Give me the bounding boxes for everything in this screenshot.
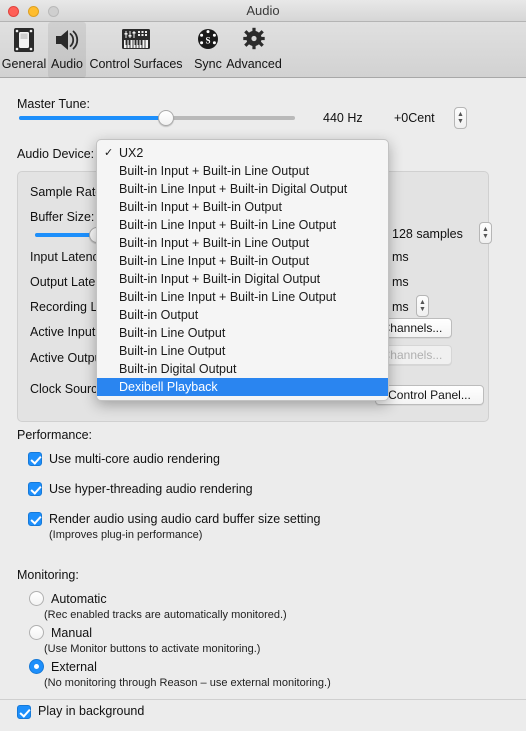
stepper-down-arrow[interactable]: ▼ <box>457 118 464 125</box>
tab-advanced[interactable]: Advanced <box>222 22 286 78</box>
preferences-toolbar: General Audio Control Surfaces S Sync Ad… <box>0 22 526 78</box>
menu-item[interactable]: Built-in Input + Built-in Line Output <box>97 234 388 252</box>
sync-disc-icon: S <box>193 25 223 55</box>
menu-item-label: Built-in Input + Built-in Output <box>119 200 282 214</box>
menu-item[interactable]: Built-in Line Input + Built-in Output <box>97 252 388 270</box>
monitoring-heading: Monitoring: <box>17 568 79 582</box>
label-render-audio-card-buffer: Render audio using audio card buffer siz… <box>49 512 321 526</box>
menu-item-label: Built-in Input + Built-in Digital Output <box>119 272 321 286</box>
audio-device-label: Audio Device: <box>17 147 95 161</box>
note-monitoring-automatic: (Rec enabled tracks are automatically mo… <box>44 609 287 621</box>
stepper-up-arrow[interactable]: ▲ <box>419 299 426 306</box>
menu-item-label: Built-in Line Input + Built-in Line Outp… <box>119 218 337 232</box>
window-title: Audio <box>246 3 280 18</box>
menu-item-label: Built-in Input + Built-in Line Output <box>119 164 310 178</box>
master-tune-cents: +0Cent <box>394 111 435 125</box>
input-latency-unit: ms <box>392 250 409 264</box>
stepper-down-arrow[interactable]: ▼ <box>419 306 426 313</box>
menu-item[interactable]: Built-in Line Input + Built-in Line Outp… <box>97 288 388 306</box>
stepper-down-arrow[interactable]: ▼ <box>482 233 489 240</box>
tab-control-surfaces-label: Control Surfaces <box>89 57 183 71</box>
keyboard-mixer-icon <box>119 25 153 55</box>
menu-item-label: UX2 <box>119 146 144 160</box>
label-hyperthreading-rendering: Use hyper-threading audio rendering <box>49 482 253 496</box>
menu-item[interactable]: Built-in Line Output <box>97 342 388 360</box>
menu-item[interactable]: Built-in Line Input + Built-in Digital O… <box>97 180 388 198</box>
general-icon <box>9 25 39 55</box>
note-monitoring-external: (No monitoring through Reason – use exte… <box>44 677 331 689</box>
menu-item[interactable]: Built-in Input + Built-in Output <box>97 198 388 216</box>
menu-item[interactable]: ✓ UX2 <box>97 144 388 162</box>
tab-audio-label: Audio <box>51 57 83 71</box>
recording-latency-stepper[interactable]: ▲ ▼ <box>416 295 429 317</box>
radio-monitoring-manual[interactable] <box>29 625 44 640</box>
master-tune-frequency: 440 Hz <box>323 111 363 125</box>
checkbox-render-audio-card-buffer[interactable] <box>28 512 42 526</box>
window-title-bar: Audio <box>0 0 526 22</box>
menu-item-label: Built-in Line Input + Built-in Output <box>119 254 310 268</box>
menu-item-label: Built-in Line Output <box>119 326 226 340</box>
check-icon: ✓ <box>104 147 114 159</box>
tab-general[interactable]: General <box>2 22 46 78</box>
menu-item-label: Built-in Input + Built-in Line Output <box>119 236 310 250</box>
master-tune-label: Master Tune: <box>17 97 90 111</box>
radio-monitoring-automatic[interactable] <box>29 591 44 606</box>
label-monitoring-automatic: Automatic <box>51 592 107 606</box>
menu-item-label: Built-in Output <box>119 308 199 322</box>
buffer-size-value: 128 samples <box>392 227 463 241</box>
tab-audio[interactable]: Audio <box>48 22 86 78</box>
gear-icon <box>239 25 269 55</box>
menu-item-label: Built-in Digital Output <box>119 362 237 376</box>
menu-item-label: Built-in Line Input + Built-in Line Outp… <box>119 290 337 304</box>
tab-advanced-label: Advanced <box>226 57 282 71</box>
menu-item[interactable]: Built-in Line Input + Built-in Line Outp… <box>97 216 388 234</box>
menu-item[interactable]: Built-in Output <box>97 306 388 324</box>
buffer-size-label: Buffer Size: <box>30 210 95 224</box>
radio-monitoring-external[interactable] <box>29 659 44 674</box>
master-tune-thumb[interactable] <box>158 110 174 126</box>
master-tune-fill <box>19 116 166 120</box>
menu-item[interactable]: Built-in Digital Output <box>97 360 388 378</box>
checkbox-hyperthreading-rendering[interactable] <box>28 482 42 496</box>
buffer-size-fill <box>35 233 97 237</box>
output-latency-unit: ms <box>392 275 409 289</box>
menu-item[interactable]: Dexibell Playback <box>97 378 388 396</box>
menu-item-label: Built-in Line Input + Built-in Digital O… <box>119 182 348 196</box>
label-monitoring-external: External <box>51 660 97 674</box>
menu-item-label: Dexibell Playback <box>119 380 218 394</box>
label-monitoring-manual: Manual <box>51 626 92 640</box>
menu-item-label: Built-in Line Output <box>119 344 226 358</box>
label-multicore-rendering: Use multi-core audio rendering <box>49 452 220 466</box>
checkbox-play-in-background[interactable] <box>17 705 31 719</box>
tab-general-label: General <box>1 57 47 71</box>
control-panel-button[interactable]: Control Panel... <box>375 385 484 405</box>
recording-latency-unit: ms <box>392 300 409 314</box>
tab-sync-label: Sync <box>194 57 222 71</box>
sample-rate-label: Sample Rate: <box>30 185 106 199</box>
buffer-size-stepper[interactable]: ▲ ▼ <box>479 222 492 244</box>
audio-device-dropdown-menu[interactable]: ✓ UX2 Built-in Input + Built-in Line Outpu… <box>96 139 389 401</box>
note-render-audio-card-buffer: (Improves plug-in performance) <box>49 529 203 541</box>
performance-heading: Performance: <box>17 428 93 442</box>
svg-text:S: S <box>205 36 210 46</box>
master-tune-stepper[interactable]: ▲ ▼ <box>454 107 467 129</box>
checkbox-multicore-rendering[interactable] <box>28 452 42 466</box>
note-monitoring-manual: (Use Monitor buttons to activate monitor… <box>44 643 261 655</box>
stepper-up-arrow[interactable]: ▲ <box>482 226 489 233</box>
menu-item[interactable]: Built-in Input + Built-in Digital Output <box>97 270 388 288</box>
master-tune-slider[interactable] <box>19 110 295 126</box>
menu-item[interactable]: Built-in Input + Built-in Line Output <box>97 162 388 180</box>
tab-control-surfaces[interactable]: Control Surfaces <box>88 22 184 78</box>
footer-divider <box>0 699 526 700</box>
menu-item[interactable]: Built-in Line Output <box>97 324 388 342</box>
stepper-up-arrow[interactable]: ▲ <box>457 111 464 118</box>
speaker-icon <box>52 25 82 55</box>
label-play-in-background: Play in background <box>38 704 145 718</box>
